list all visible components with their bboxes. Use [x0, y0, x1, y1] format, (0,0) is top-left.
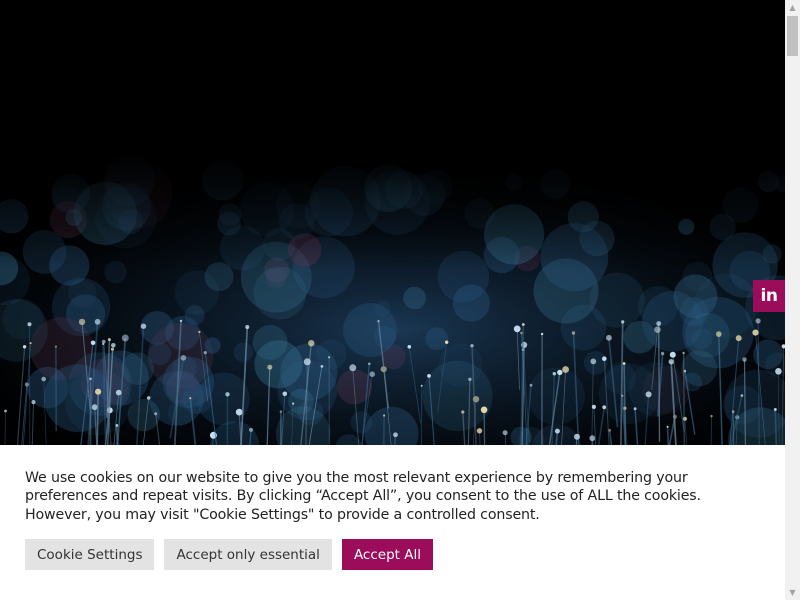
- cookie-banner: We use cookies on our website to give yo…: [0, 445, 785, 600]
- accept-all-button[interactable]: Accept All: [341, 539, 433, 570]
- cookie-actions: Cookie Settings Accept only essential Ac…: [25, 539, 433, 570]
- arrow-down-icon[interactable]: ▼: [785, 585, 800, 600]
- cookie-message: We use cookies on our website to give yo…: [25, 470, 701, 523]
- vertical-scrollbar[interactable]: ▲ ▼: [785, 0, 800, 600]
- accept-essential-button[interactable]: Accept only essential: [164, 539, 332, 570]
- arrow-up-icon[interactable]: ▲: [785, 0, 800, 15]
- linkedin-icon: in: [760, 285, 778, 306]
- scrollbar-thumb[interactable]: [787, 16, 798, 56]
- page-viewport: in We use cookies on our website to give…: [0, 0, 785, 600]
- linkedin-button[interactable]: in: [753, 280, 785, 312]
- cookie-settings-button[interactable]: Cookie Settings: [25, 539, 155, 570]
